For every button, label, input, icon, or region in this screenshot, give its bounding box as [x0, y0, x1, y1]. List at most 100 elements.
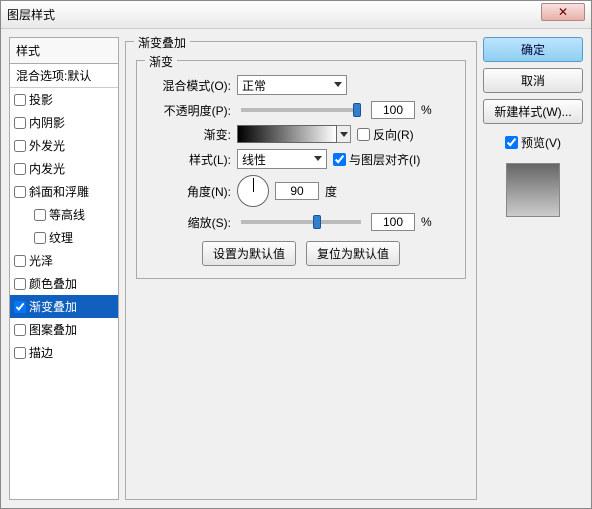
- style-item-pattern-overlay[interactable]: 图案叠加: [10, 318, 118, 341]
- angle-label: 角度(N):: [147, 183, 231, 200]
- preview-checkbox[interactable]: [505, 136, 518, 149]
- action-panel: 确定 取消 新建样式(W)... 预览(V): [483, 37, 583, 500]
- checkbox[interactable]: [14, 94, 26, 106]
- angle-input[interactable]: 90: [275, 182, 319, 200]
- styles-panel: 样式 混合选项:默认 投影 内阴影 外发光 内发光 斜面和浮雕 等高线 纹理 光…: [9, 37, 119, 500]
- preview-checkbox-row[interactable]: 预览(V): [483, 134, 583, 151]
- checkbox[interactable]: [34, 209, 46, 221]
- angle-row: 角度(N): 90 度: [147, 175, 455, 207]
- scale-slider[interactable]: [241, 220, 361, 224]
- gradient-overlay-group: 渐变叠加 渐变 混合模式(O): 正常 不透明度(P): 100: [125, 41, 477, 500]
- scale-input[interactable]: 100: [371, 213, 415, 231]
- item-label: 外发光: [29, 137, 65, 154]
- new-style-button[interactable]: 新建样式(W)...: [483, 99, 583, 124]
- styles-listbox: 样式 混合选项:默认 投影 内阴影 外发光 内发光 斜面和浮雕 等高线 纹理 光…: [9, 37, 119, 500]
- chevron-down-icon: [340, 132, 348, 137]
- chevron-down-icon: [334, 82, 342, 87]
- item-label: 纹理: [49, 229, 73, 246]
- style-row: 样式(L): 线性 与图层对齐(I): [147, 149, 455, 169]
- opacity-slider[interactable]: [241, 108, 361, 112]
- item-label: 投影: [29, 91, 53, 108]
- checkbox[interactable]: [34, 232, 46, 244]
- angle-unit: 度: [325, 183, 345, 200]
- style-label: 样式(L):: [147, 151, 231, 168]
- blend-mode-value: 正常: [242, 77, 266, 94]
- gradient-swatch[interactable]: [237, 125, 337, 143]
- inner-legend: 渐变: [145, 53, 177, 70]
- dialog-content: 样式 混合选项:默认 投影 内阴影 外发光 内发光 斜面和浮雕 等高线 纹理 光…: [1, 29, 591, 508]
- styles-header: 样式: [10, 38, 118, 64]
- close-button[interactable]: ✕: [541, 3, 585, 21]
- make-default-button[interactable]: 设置为默认值: [202, 241, 296, 266]
- slider-thumb[interactable]: [353, 103, 361, 117]
- angle-dial[interactable]: [237, 175, 269, 207]
- window-title: 图层样式: [7, 6, 55, 23]
- style-item-satin[interactable]: 光泽: [10, 249, 118, 272]
- reverse-checkbox[interactable]: [357, 128, 370, 141]
- style-item-bevel[interactable]: 斜面和浮雕: [10, 180, 118, 203]
- opacity-row: 不透明度(P): 100 %: [147, 101, 455, 119]
- opacity-unit: %: [421, 103, 441, 117]
- reset-default-button[interactable]: 复位为默认值: [306, 241, 400, 266]
- reverse-label: 反向(R): [373, 126, 414, 143]
- align-checkbox-row[interactable]: 与图层对齐(I): [333, 151, 420, 168]
- scale-unit: %: [421, 215, 441, 229]
- gradient-dropdown-arrow[interactable]: [337, 125, 351, 143]
- settings-panel: 渐变叠加 渐变 混合模式(O): 正常 不透明度(P): 100: [125, 37, 477, 500]
- checkbox[interactable]: [14, 117, 26, 129]
- blend-options-label: 混合选项:默认: [16, 67, 91, 84]
- item-label: 等高线: [49, 206, 85, 223]
- blend-options-item[interactable]: 混合选项:默认: [10, 64, 118, 88]
- style-item-texture[interactable]: 纹理: [10, 226, 118, 249]
- angle-needle: [253, 178, 254, 192]
- style-item-stroke[interactable]: 描边: [10, 341, 118, 364]
- item-label: 斜面和浮雕: [29, 183, 89, 200]
- ok-button[interactable]: 确定: [483, 37, 583, 62]
- item-label: 描边: [29, 344, 53, 361]
- checkbox[interactable]: [14, 301, 26, 313]
- opacity-label: 不透明度(P):: [147, 102, 231, 119]
- slider-thumb[interactable]: [313, 215, 321, 229]
- checkbox[interactable]: [14, 347, 26, 359]
- layer-style-dialog: 图层样式 ✕ 样式 混合选项:默认 投影 内阴影 外发光 内发光 斜面和浮雕 等…: [0, 0, 592, 509]
- style-item-color-overlay[interactable]: 颜色叠加: [10, 272, 118, 295]
- style-item-gradient-overlay[interactable]: 渐变叠加: [10, 295, 118, 318]
- gradient-picker[interactable]: [237, 125, 351, 143]
- style-item-inner-shadow[interactable]: 内阴影: [10, 111, 118, 134]
- style-item-outer-glow[interactable]: 外发光: [10, 134, 118, 157]
- style-item-contour[interactable]: 等高线: [10, 203, 118, 226]
- reverse-checkbox-row[interactable]: 反向(R): [357, 126, 414, 143]
- item-label: 渐变叠加: [29, 298, 77, 315]
- style-item-inner-glow[interactable]: 内发光: [10, 157, 118, 180]
- blend-mode-select[interactable]: 正常: [237, 75, 347, 95]
- style-item-drop-shadow[interactable]: 投影: [10, 88, 118, 111]
- opacity-input[interactable]: 100: [371, 101, 415, 119]
- item-label: 图案叠加: [29, 321, 77, 338]
- group-legend: 渐变叠加: [134, 34, 190, 51]
- checkbox[interactable]: [14, 255, 26, 267]
- styles-list: 混合选项:默认 投影 内阴影 外发光 内发光 斜面和浮雕 等高线 纹理 光泽 颜…: [10, 64, 118, 364]
- titlebar[interactable]: 图层样式 ✕: [1, 1, 591, 29]
- item-label: 光泽: [29, 252, 53, 269]
- preview-swatch: [506, 163, 560, 217]
- align-checkbox[interactable]: [333, 153, 346, 166]
- checkbox[interactable]: [14, 324, 26, 336]
- checkbox[interactable]: [14, 163, 26, 175]
- item-label: 内阴影: [29, 114, 65, 131]
- style-select[interactable]: 线性: [237, 149, 327, 169]
- cancel-button[interactable]: 取消: [483, 68, 583, 93]
- item-label: 内发光: [29, 160, 65, 177]
- style-value: 线性: [242, 151, 266, 168]
- blend-mode-row: 混合模式(O): 正常: [147, 75, 455, 95]
- item-label: 颜色叠加: [29, 275, 77, 292]
- scale-label: 缩放(S):: [147, 214, 231, 231]
- scale-row: 缩放(S): 100 %: [147, 213, 455, 231]
- blend-mode-label: 混合模式(O):: [147, 77, 231, 94]
- checkbox[interactable]: [14, 186, 26, 198]
- gradient-group: 渐变 混合模式(O): 正常 不透明度(P): 100 %: [136, 60, 466, 279]
- gradient-label: 渐变:: [147, 126, 231, 143]
- checkbox[interactable]: [14, 140, 26, 152]
- chevron-down-icon: [314, 156, 322, 161]
- default-buttons-row: 设置为默认值 复位为默认值: [147, 241, 455, 266]
- checkbox[interactable]: [14, 278, 26, 290]
